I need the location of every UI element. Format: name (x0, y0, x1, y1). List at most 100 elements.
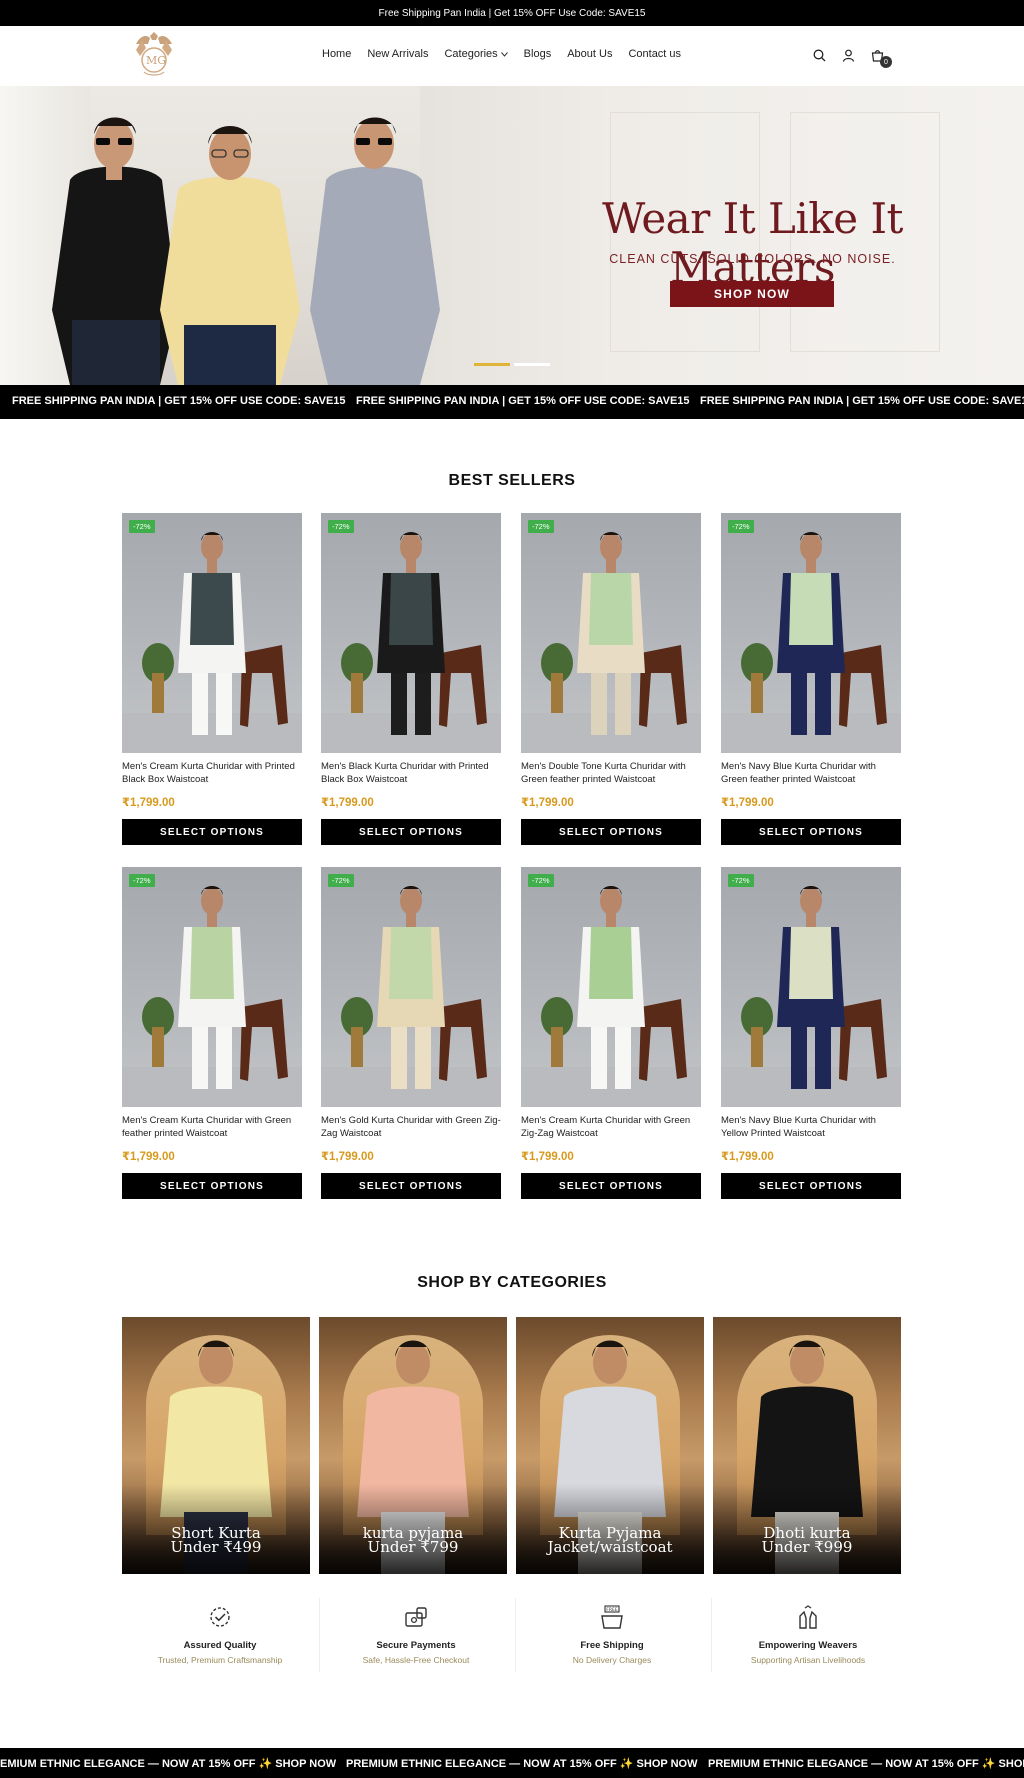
marquee-text: FREE SHIPPING PAN INDIA | GET 15% OFF US… (700, 395, 1024, 407)
nav-home[interactable]: Home (322, 48, 351, 60)
discount-badge: -72% (528, 520, 554, 533)
product-price: ₹1,799.00 (321, 797, 374, 809)
model-yellow-shirt (160, 126, 300, 385)
product-name[interactable]: Men's Navy Blue Kurta Churidar with Gree… (721, 761, 901, 786)
discount-badge: -72% (129, 520, 155, 533)
product-image[interactable]: -72% (521, 513, 701, 753)
feature-item: Empowering Weavers Supporting Artisan Liv… (710, 1596, 906, 1674)
category-label[interactable]: Dhoti kurta Under ₹999 (713, 1526, 901, 1556)
announcement-text: Free Shipping Pan India | Get 15% OFF Us… (378, 7, 646, 19)
svg-text:FREE: FREE (606, 1607, 618, 1613)
product-image[interactable]: -72% (122, 513, 302, 753)
product-price: ₹1,799.00 (521, 1151, 574, 1163)
select-options-button[interactable]: SELECT OPTIONS (122, 819, 302, 845)
feature-subtitle: Trusted, Premium Craftsmanship (157, 1655, 283, 1665)
feature-title: Empowering Weavers (758, 1640, 858, 1651)
discount-badge: -72% (328, 874, 354, 887)
nav-new-arrivals[interactable]: New Arrivals (367, 48, 428, 60)
main-nav: Home New Arrivals Categories Blogs About… (322, 48, 681, 60)
feature-subtitle: No Delivery Charges (572, 1655, 652, 1665)
discount-badge: -72% (328, 520, 354, 533)
discount-badge: -72% (528, 874, 554, 887)
marquee-text: FREE SHIPPING PAN INDIA | GET 15% OFF US… (12, 395, 346, 407)
promo-marquee-top: FREE SHIPPING PAN INDIA | GET 15% OFF US… (0, 385, 1024, 419)
category-tile[interactable]: kurta pyjama Under ₹799 (319, 1317, 507, 1574)
slider-dot[interactable] (514, 363, 550, 366)
secure-payment-icon (402, 1604, 430, 1632)
select-options-button[interactable]: SELECT OPTIONS (321, 1173, 501, 1199)
marquee-text: EMIUM ETHNIC ELEGANCE — NOW AT 15% OFF ✨… (0, 1758, 337, 1770)
category-tile[interactable]: Short Kurta Under ₹499 (122, 1317, 310, 1574)
category-label[interactable]: kurta pyjama Under ₹799 (319, 1526, 507, 1556)
feature-subtitle: Safe, Hassle-Free Checkout (362, 1655, 470, 1665)
product-name[interactable]: Men's Double Tone Kurta Churidar with Gr… (521, 761, 701, 786)
select-options-button[interactable]: SELECT OPTIONS (321, 819, 501, 845)
model-grey-shirt (310, 117, 440, 385)
marquee-text: FREE SHIPPING PAN INDIA | GET 15% OFF US… (356, 395, 690, 407)
nav-about-us[interactable]: About Us (567, 48, 612, 60)
select-options-button[interactable]: SELECT OPTIONS (721, 819, 901, 845)
product-name[interactable]: Men's Gold Kurta Churidar with Green Zig… (321, 1115, 501, 1140)
product-price: ₹1,799.00 (122, 797, 175, 809)
select-options-button[interactable]: SELECT OPTIONS (721, 1173, 901, 1199)
discount-badge: -72% (728, 874, 754, 887)
discount-badge: -72% (129, 874, 155, 887)
product-image[interactable]: -72% (122, 867, 302, 1107)
feature-item: Assured Quality Trusted, Premium Craftsma… (122, 1596, 318, 1674)
feature-title: Free Shipping (580, 1640, 644, 1651)
hero-title: Wear It Like It Matters (602, 194, 903, 292)
feature-item: FREE Free Shipping No Delivery Charges (514, 1596, 710, 1674)
product-image[interactable]: -72% (521, 867, 701, 1107)
select-options-button[interactable]: SELECT OPTIONS (521, 1173, 701, 1199)
cart-count-badge: 0 (880, 56, 892, 68)
category-label-line2: Under ₹799 (367, 1538, 459, 1556)
site-header: MG Home New Arrivals Categories Blogs Ab… (0, 26, 1024, 86)
select-options-button[interactable]: SELECT OPTIONS (521, 819, 701, 845)
feature-title: Assured Quality (183, 1640, 257, 1651)
search-icon[interactable] (810, 46, 828, 64)
feature-divider (319, 1598, 320, 1672)
nav-contact-us[interactable]: Contact us (628, 48, 681, 60)
feature-divider (515, 1598, 516, 1672)
best-sellers-title: BEST SELLERS (448, 472, 576, 489)
product-name[interactable]: Men's Cream Kurta Churidar with Green fe… (122, 1115, 302, 1140)
nav-categories[interactable]: Categories (444, 48, 508, 60)
promo-marquee-bottom: EMIUM ETHNIC ELEGANCE — NOW AT 15% OFF ✨… (0, 1748, 1024, 1778)
slider-dot-active[interactable] (474, 363, 510, 366)
product-image[interactable]: -72% (721, 513, 901, 753)
cart-icon[interactable]: 0 (868, 46, 892, 68)
select-options-button[interactable]: SELECT OPTIONS (122, 1173, 302, 1199)
product-image[interactable]: -72% (321, 513, 501, 753)
product-name[interactable]: Men's Cream Kurta Churidar with Green Zi… (521, 1115, 701, 1140)
product-image[interactable]: -72% (721, 867, 901, 1107)
product-name[interactable]: Men's Navy Blue Kurta Churidar with Yell… (721, 1115, 901, 1140)
chevron-down-icon (500, 51, 508, 57)
brand-logo[interactable]: MG (126, 30, 182, 80)
announcement-bar: Free Shipping Pan India | Get 15% OFF Us… (0, 0, 1024, 26)
marquee-text: PREMIUM ETHNIC ELEGANCE — NOW AT 15% OFF… (346, 1758, 698, 1770)
account-icon[interactable] (839, 46, 857, 64)
product-image[interactable]: -72% (321, 867, 501, 1107)
logo-text: MG (146, 54, 167, 67)
product-name[interactable]: Men's Cream Kurta Churidar with Printed … (122, 761, 302, 786)
nav-blogs[interactable]: Blogs (524, 48, 552, 60)
feature-item: Secure Payments Safe, Hassle-Free Checkou… (318, 1596, 514, 1674)
product-name[interactable]: Men's Black Kurta Churidar with Printed … (321, 761, 501, 786)
feature-divider (711, 1598, 712, 1672)
category-label-line2: Under ₹999 (761, 1538, 853, 1556)
product-price: ₹1,799.00 (721, 1151, 774, 1163)
hero-banner[interactable]: Wear It Like It Matters CLEAN CUTS. SOLI… (0, 86, 1024, 385)
category-tile[interactable]: Kurta Pyjama Jacket/waistcoat (516, 1317, 704, 1574)
category-label-line2: Under ₹499 (170, 1538, 262, 1556)
product-price: ₹1,799.00 (721, 797, 774, 809)
product-price: ₹1,799.00 (321, 1151, 374, 1163)
free-shipping-icon: FREE (598, 1604, 626, 1632)
feature-title: Secure Payments (376, 1640, 456, 1651)
category-label[interactable]: Short Kurta Under ₹499 (122, 1526, 310, 1556)
category-label[interactable]: Kurta Pyjama Jacket/waistcoat (516, 1526, 704, 1556)
product-price: ₹1,799.00 (521, 797, 574, 809)
category-label-line2: Jacket/waistcoat (547, 1538, 673, 1556)
category-tile[interactable]: Dhoti kurta Under ₹999 (713, 1317, 901, 1574)
shop-now-button[interactable]: SHOP NOW (670, 281, 834, 307)
discount-badge: -72% (728, 520, 754, 533)
